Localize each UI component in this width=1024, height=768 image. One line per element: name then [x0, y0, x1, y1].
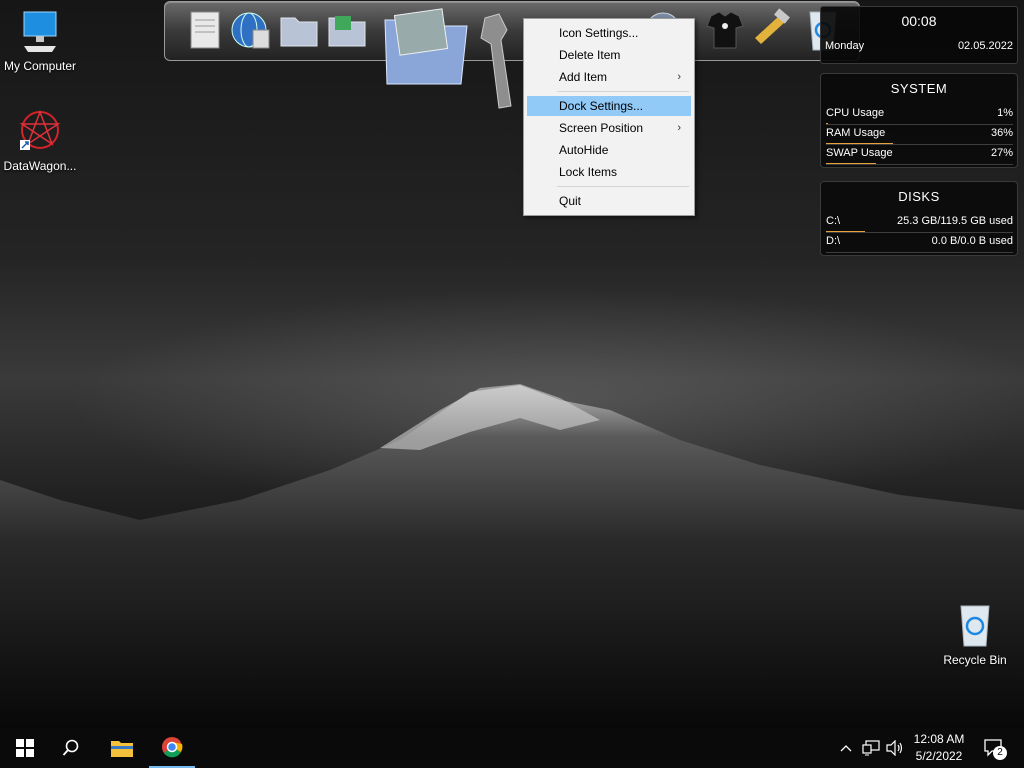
disk-row-c: C:\ 25.3 GB/119.5 GB used	[826, 215, 1013, 233]
taskbar-date: 5/2/2022	[915, 749, 963, 763]
usage-bar	[826, 231, 866, 232]
usage-bar	[826, 123, 828, 124]
system-row-value: 27%	[990, 147, 1013, 159]
speaker-icon	[886, 740, 903, 756]
dock-context-menu: Icon Settings... Delete Item Add Item › …	[523, 18, 695, 216]
desktop: My Computer DataWagon... Recycle Bin 00:…	[0, 0, 1024, 728]
system-widget: SYSTEM CPU Usage 1% RAM Usage 36% SWAP U…	[820, 73, 1018, 168]
chevron-up-icon	[840, 745, 852, 752]
disks-widget: DISKS C:\ 25.3 GB/119.5 GB used D:\ 0.0 …	[820, 181, 1018, 256]
globe-browser-icon[interactable]	[229, 8, 273, 52]
taskbar-chrome[interactable]	[149, 728, 195, 768]
system-row-cpu: CPU Usage 1%	[826, 107, 1013, 125]
chrome-icon	[162, 737, 183, 758]
notification-center-button[interactable]: 2	[978, 728, 1010, 768]
file-explorer-icon	[111, 741, 133, 757]
search-button[interactable]	[48, 728, 94, 768]
folder-icon[interactable]	[277, 8, 321, 52]
tshirt-icon[interactable]	[703, 8, 747, 52]
menu-item-add-item[interactable]: Add Item ›	[527, 67, 691, 87]
clock-date: 02.05.2022	[957, 40, 1013, 52]
desktop-icon-label: Recycle Bin	[943, 653, 1007, 667]
menu-item-dock-settings[interactable]: Dock Settings...	[527, 96, 691, 116]
taskbar-time: 12:08 AM	[913, 732, 965, 746]
desktop-icon-my-computer[interactable]: My Computer	[0, 10, 80, 73]
notepad-icon[interactable]	[183, 8, 227, 52]
network-icon	[862, 740, 880, 756]
search-icon	[62, 739, 79, 756]
system-row-ram: RAM Usage 36%	[826, 127, 1013, 145]
hammer-tools-icon[interactable]	[749, 8, 793, 52]
disk-row-label: C:\	[826, 215, 841, 227]
taskbar-file-explorer[interactable]	[99, 728, 145, 768]
menu-item-screen-position[interactable]: Screen Position ›	[527, 118, 691, 138]
clock-widget: 00:08 Monday 02.05.2022	[820, 6, 1018, 64]
usage-bar	[826, 163, 877, 164]
system-row-label: RAM Usage	[826, 127, 886, 139]
notification-count-badge: 2	[993, 746, 1007, 760]
tray-volume[interactable]	[884, 728, 906, 768]
photo-folder-icon[interactable]	[381, 6, 471, 90]
usage-bar	[826, 143, 894, 144]
disk-row-d: D:\ 0.0 B/0.0 B used	[826, 235, 1013, 253]
clock-day: Monday	[825, 40, 865, 52]
disk-row-value: 0.0 B/0.0 B used	[931, 235, 1013, 247]
recycle-bin-icon	[960, 605, 990, 647]
tray-network[interactable]	[860, 728, 882, 768]
desktop-icon-label: DataWagon...	[3, 159, 77, 173]
windows-logo-icon	[16, 739, 34, 757]
desktop-icon-label: My Computer	[3, 59, 77, 73]
menu-item-icon-settings[interactable]: Icon Settings...	[527, 23, 691, 43]
menu-separator	[557, 91, 689, 92]
system-row-label: CPU Usage	[826, 107, 885, 119]
taskbar-clock[interactable]: 12:08 AM 5/2/2022	[904, 731, 974, 765]
menu-separator	[557, 186, 689, 187]
datawagon-shortcut-icon	[19, 109, 61, 150]
system-row-value: 36%	[990, 127, 1013, 139]
monitor-icon	[23, 11, 57, 52]
start-button[interactable]	[2, 728, 48, 768]
disk-row-value: 25.3 GB/119.5 GB used	[897, 215, 1013, 227]
mountain-wallpaper	[0, 384, 1024, 728]
system-row-swap: SWAP Usage 27%	[826, 147, 1013, 165]
disks-title: DISKS	[898, 189, 940, 204]
tray-show-hidden[interactable]	[836, 728, 856, 768]
submenu-arrow-icon: ›	[677, 122, 681, 134]
menu-item-quit[interactable]: Quit	[527, 191, 691, 211]
system-row-value: 1%	[997, 107, 1013, 119]
menu-item-lock-items[interactable]: Lock Items	[527, 162, 691, 182]
system-title: SYSTEM	[890, 81, 948, 96]
desktop-icon-recycle-bin[interactable]: Recycle Bin	[935, 602, 1015, 667]
menu-item-delete-item[interactable]: Delete Item	[527, 45, 691, 65]
submenu-arrow-icon: ›	[677, 71, 681, 83]
desktop-icon-datawagon[interactable]: DataWagon...	[0, 108, 80, 173]
disk-row-label: D:\	[826, 235, 841, 247]
dock-bar	[164, 1, 860, 109]
clock-time: 00:08	[901, 13, 937, 29]
menu-item-autohide[interactable]: AutoHide	[527, 140, 691, 160]
green-folder-icon[interactable]	[325, 8, 369, 52]
system-row-label: SWAP Usage	[826, 147, 893, 159]
taskbar: 12:08 AM 5/2/2022 2	[0, 728, 1024, 768]
